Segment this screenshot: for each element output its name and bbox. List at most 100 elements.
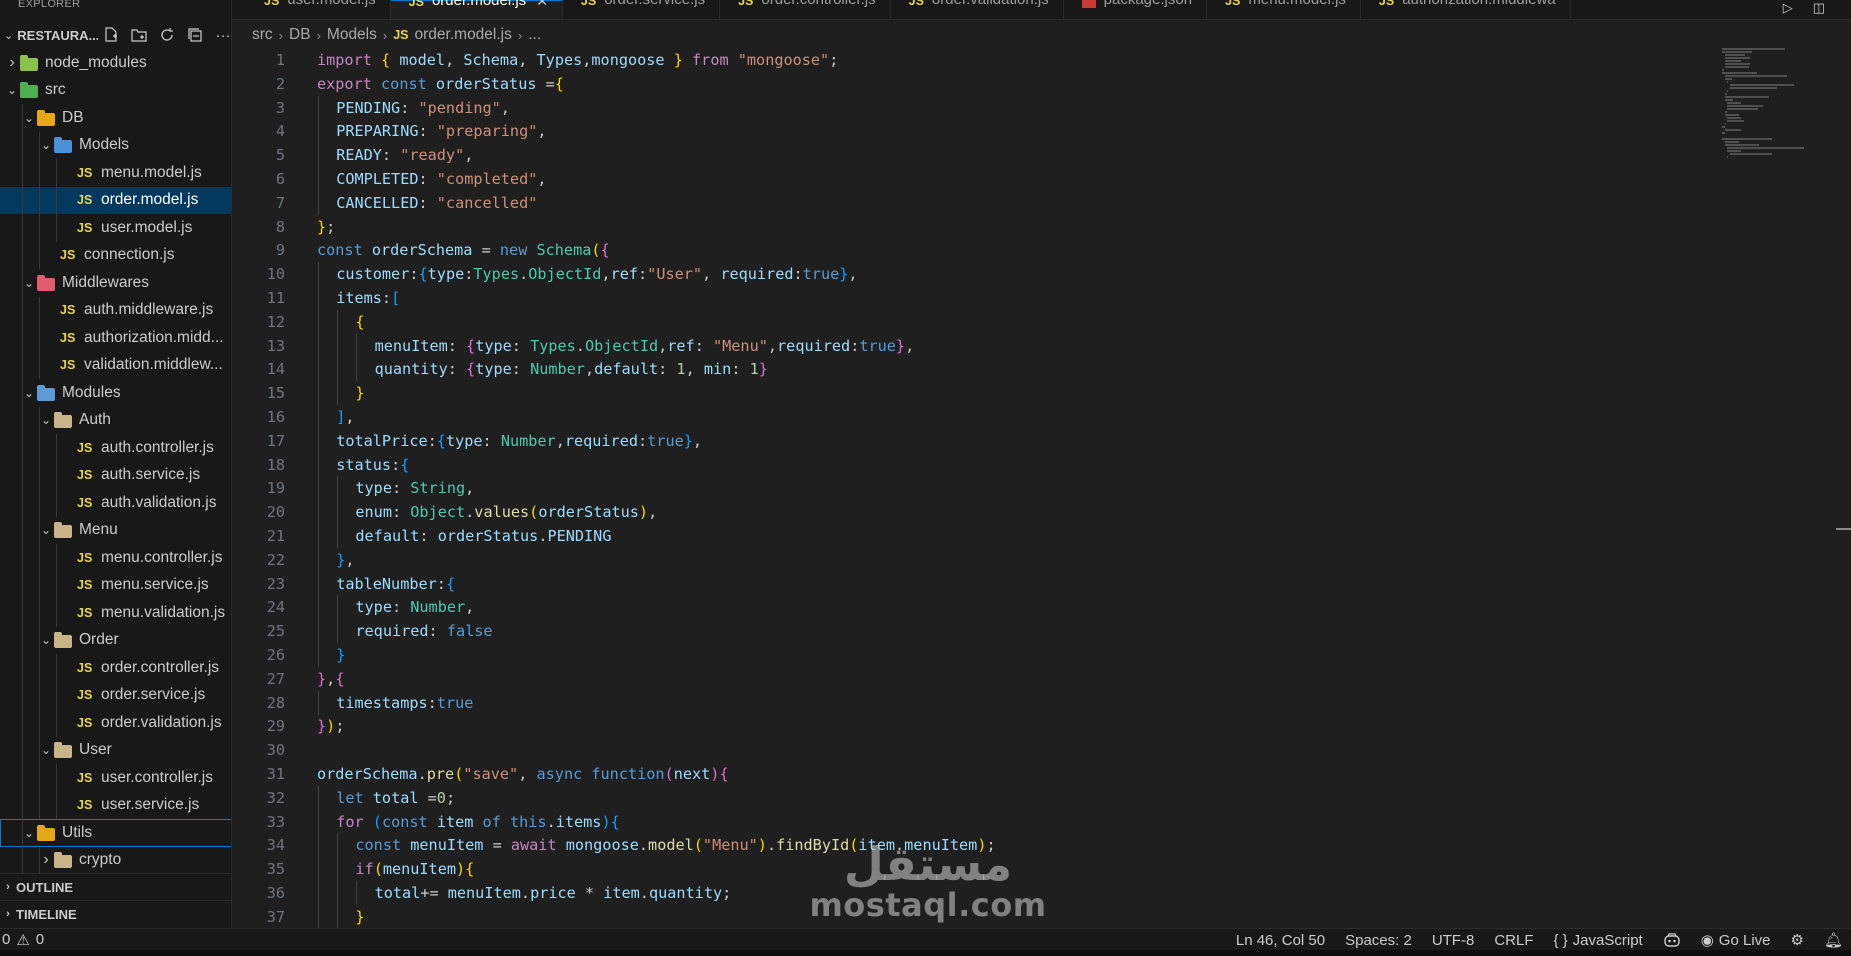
close-icon[interactable]: ✕ bbox=[536, 0, 548, 10]
settings-gear-icon[interactable]: ⚙ bbox=[1791, 931, 1804, 949]
code-line[interactable]: 29}); bbox=[232, 714, 345, 738]
code-line[interactable]: 36 total+= menuItem.price * item.quantity… bbox=[232, 881, 731, 905]
explorer-folder[interactable]: ⌄ src bbox=[0, 77, 231, 105]
explorer-file[interactable]: JS auth.service.js bbox=[0, 461, 231, 489]
workspace-header[interactable]: ⌄ RESTAURA... ··· bbox=[0, 22, 231, 48]
editor-tab[interactable]: JS authorization.middlewa bbox=[1361, 0, 1571, 19]
code-line[interactable]: 35 if(menuItem){ bbox=[232, 857, 474, 882]
explorer-file[interactable]: JS user.service.js bbox=[0, 791, 231, 819]
explorer-file[interactable]: JS validation.middlew... bbox=[0, 351, 231, 379]
explorer-folder[interactable]: ⌄ Utils bbox=[0, 819, 231, 847]
explorer-folder[interactable]: ⌄ Order bbox=[0, 626, 231, 654]
explorer-folder[interactable]: ⌄ Auth bbox=[0, 406, 231, 434]
refresh-icon[interactable] bbox=[158, 26, 176, 44]
code-line[interactable]: 15} bbox=[232, 381, 365, 406]
code-line[interactable]: 8}; bbox=[232, 215, 335, 239]
code-line[interactable]: 22}, bbox=[232, 547, 355, 572]
code-line[interactable]: 33 for (const item of this.items){ bbox=[232, 809, 620, 834]
explorer-folder[interactable]: ⌄ Models bbox=[0, 131, 231, 159]
explorer-file[interactable]: JS order.model.js bbox=[0, 186, 231, 214]
go-live-button[interactable]: ◉ Go Live bbox=[1701, 931, 1771, 950]
explorer-file[interactable]: JS auth.controller.js bbox=[0, 434, 231, 462]
encoding[interactable]: UTF-8 bbox=[1432, 932, 1475, 949]
code-line[interactable]: 13 menuItem: {type: Types.ObjectId,ref: "… bbox=[232, 333, 914, 358]
code-line[interactable]: 21 default: orderStatus.PENDING bbox=[232, 524, 611, 548]
code-line[interactable]: 18 status:{ bbox=[232, 452, 409, 477]
code-line[interactable]: 10 customer:{type:Types.ObjectId,ref:"Use… bbox=[232, 262, 858, 287]
explorer-file[interactable]: JS order.controller.js bbox=[0, 654, 231, 682]
line-endings[interactable]: CRLF bbox=[1494, 932, 1533, 949]
notifications-bell-icon[interactable]: 🔔︎ bbox=[1824, 931, 1843, 949]
code-line[interactable]: 27},{ bbox=[232, 667, 345, 691]
minimap[interactable] bbox=[1722, 48, 1822, 168]
editor-tab[interactable]: JS order.service.js bbox=[563, 0, 721, 19]
breadcrumb-item[interactable]: order.model.js bbox=[415, 26, 512, 44]
code-line[interactable]: 11 items:[ bbox=[232, 286, 400, 310]
code-line[interactable]: 20 enum: Object.values(orderStatus), bbox=[232, 500, 657, 525]
scrollbar-marker[interactable] bbox=[1836, 528, 1851, 530]
code-line[interactable]: 4 PREPARING: "preparing", bbox=[232, 119, 547, 144]
cursor-position[interactable]: Ln 46, Col 50 bbox=[1236, 932, 1325, 949]
code-line[interactable]: 30 bbox=[232, 738, 285, 762]
indentation[interactable]: Spaces: 2 bbox=[1345, 932, 1412, 949]
breadcrumb-item[interactable]: Models bbox=[327, 26, 377, 44]
code-line[interactable]: 37} bbox=[232, 904, 365, 928]
breadcrumb-item[interactable]: DB bbox=[289, 26, 311, 44]
code-line[interactable]: 19 type: String, bbox=[232, 476, 474, 501]
code-line[interactable]: 1 import { model, Schema, Types,mongoose … bbox=[232, 48, 839, 72]
collapse-all-icon[interactable] bbox=[186, 26, 204, 44]
copilot-icon[interactable] bbox=[1663, 932, 1681, 948]
explorer-file[interactable]: JS authorization.midd... bbox=[0, 324, 231, 352]
code-line[interactable]: 7 CANCELLED: "cancelled" bbox=[232, 190, 537, 215]
code-line[interactable]: 16], bbox=[232, 405, 355, 429]
code-line[interactable]: 23 tableNumber:{ bbox=[232, 571, 455, 596]
explorer-file[interactable]: JS auth.middleware.js bbox=[0, 296, 231, 324]
code-line[interactable]: 26} bbox=[232, 643, 345, 667]
explorer-file[interactable]: JS menu.service.js bbox=[0, 571, 231, 599]
editor-tab[interactable]: JS user.model.js bbox=[232, 0, 391, 19]
workspace-name[interactable]: RESTAURA... bbox=[17, 28, 98, 43]
new-file-icon[interactable] bbox=[102, 26, 120, 44]
code-line[interactable]: 6 COMPLETED: "completed", bbox=[232, 167, 547, 191]
explorer-folder[interactable]: ⌄ User bbox=[0, 736, 231, 764]
explorer-file[interactable]: JS menu.validation.js bbox=[0, 599, 231, 627]
editor-tab[interactable]: package.json bbox=[1064, 0, 1208, 19]
more-actions-icon[interactable]: ··· bbox=[214, 26, 231, 44]
code-line[interactable]: 9 const orderSchema = new Schema({ bbox=[232, 238, 610, 262]
run-icon[interactable]: ▷ bbox=[1783, 0, 1793, 16]
code-line[interactable]: 28 timestamps:true bbox=[232, 690, 473, 715]
code-line[interactable]: 17 totalPrice:{type: Number,required:true… bbox=[232, 428, 702, 453]
outline-section[interactable]: › OUTLINE bbox=[0, 873, 231, 900]
code-line[interactable]: 24 type: Number, bbox=[232, 595, 474, 620]
explorer-file[interactable]: JS user.model.js bbox=[0, 214, 231, 242]
editor-tab[interactable]: JS order.model.js ✕ bbox=[390, 0, 563, 19]
chevron-down-icon[interactable]: ⌄ bbox=[0, 29, 17, 42]
code-line[interactable]: 12 { bbox=[232, 309, 365, 334]
code-line[interactable]: 14 quantity: {type: Number,default: 1, mi… bbox=[232, 357, 768, 382]
breadcrumb-item[interactable]: src bbox=[252, 26, 273, 44]
explorer-folder[interactable]: ⌄ Modules bbox=[0, 379, 231, 407]
code-line[interactable]: 31 orderSchema.pre("save", async function… bbox=[232, 762, 729, 786]
code-line[interactable]: 34 const menuItem = await mongoose.model(… bbox=[232, 833, 996, 858]
code-line[interactable]: 2 export const orderStatus ={ bbox=[232, 72, 564, 96]
code-line[interactable]: 32 let total =0; bbox=[232, 785, 455, 810]
explorer-file[interactable]: JS auth.validation.js bbox=[0, 489, 231, 517]
new-folder-icon[interactable] bbox=[130, 26, 148, 44]
code-line[interactable]: 3 PENDING: "pending", bbox=[232, 95, 510, 120]
explorer-file[interactable]: JS user.controller.js bbox=[0, 764, 231, 792]
explorer-file[interactable]: JS order.validation.js bbox=[0, 709, 231, 737]
code-line[interactable]: 25 required: false bbox=[232, 619, 493, 644]
code-line[interactable]: 5 READY: "ready", bbox=[232, 143, 473, 168]
editor-tab[interactable]: JS order.validation.js bbox=[891, 0, 1064, 19]
explorer-file[interactable]: JS order.service.js bbox=[0, 681, 231, 709]
code-editor[interactable]: 1 import { model, Schema, Types,mongoose … bbox=[232, 48, 1851, 928]
explorer-folder[interactable]: ⌄ Middlewares bbox=[0, 269, 231, 297]
explorer-folder[interactable]: › crypto bbox=[0, 846, 231, 874]
explorer-folder[interactable]: ⌄ Menu bbox=[0, 516, 231, 544]
explorer-file[interactable]: JS menu.controller.js bbox=[0, 544, 231, 572]
explorer-file[interactable]: JS connection.js bbox=[0, 241, 231, 269]
language-mode[interactable]: { } JavaScript bbox=[1553, 932, 1642, 949]
editor-tab[interactable]: JS menu.model.js bbox=[1207, 0, 1361, 19]
breadcrumb-item[interactable]: ... bbox=[528, 26, 541, 44]
split-editor-icon[interactable]: ◫ bbox=[1813, 0, 1825, 16]
